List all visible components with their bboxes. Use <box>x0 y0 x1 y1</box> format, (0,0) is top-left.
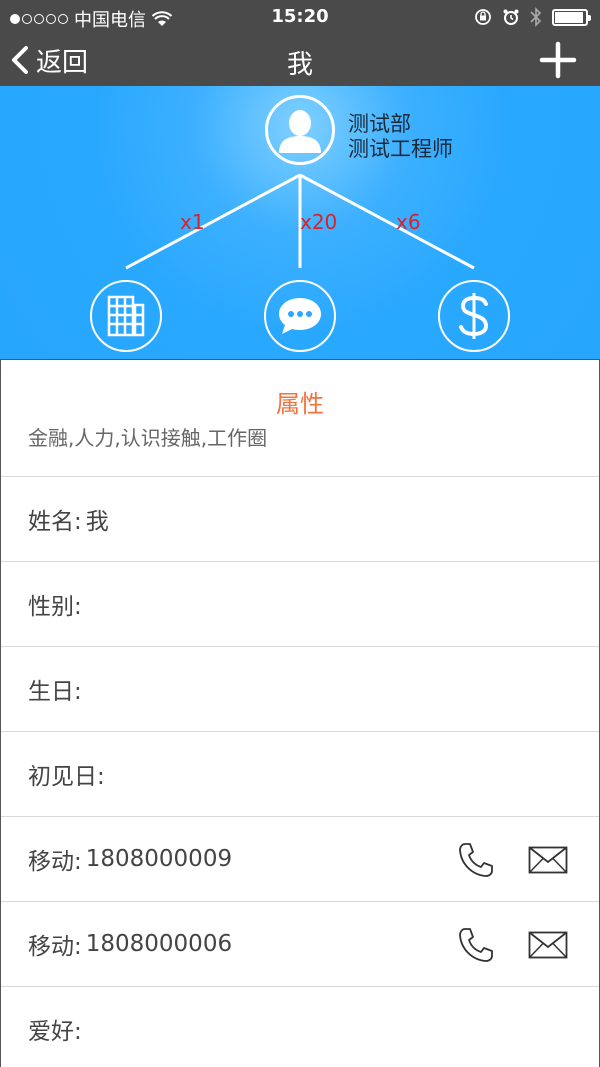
mobile-actions <box>455 902 569 987</box>
chevron-left-icon <box>12 46 28 74</box>
detail-panel: 属性 金融,人力,认识接触,工作圈 姓名: 我 性别: 生日: 初见日: 移动:… <box>0 359 600 1067</box>
sms-button[interactable] <box>527 925 569 965</box>
name-value: 我 <box>85 509 109 535</box>
building-count: x1 <box>180 210 205 234</box>
page-title: 我 <box>286 50 313 80</box>
phone-icon <box>459 927 493 962</box>
plus-icon <box>539 41 577 79</box>
profile-role: 测试工程师 <box>348 137 453 161</box>
attributes-section: 属性 金融,人力,认识接触,工作圈 <box>1 360 599 477</box>
battery-level-fill <box>555 11 584 23</box>
mobile-label: 移动: <box>28 934 82 960</box>
mobile-value: 1808000006 <box>85 931 233 957</box>
avatar[interactable] <box>265 95 335 165</box>
status-right <box>474 7 591 27</box>
mobile-row: 移动: 1808000006 <box>1 902 599 987</box>
back-button-label: 返回 <box>36 47 89 78</box>
hobby-label: 爱好: <box>28 1019 82 1045</box>
envelope-icon <box>528 846 568 873</box>
status-bar: 中国电信 15:20 <box>0 0 600 34</box>
building-icon <box>107 295 145 337</box>
bluetooth-icon <box>530 7 542 27</box>
first-met-label: 初见日: <box>28 764 105 790</box>
gender-row[interactable]: 性别: <box>1 562 599 647</box>
chat-bubble-icon <box>279 298 321 334</box>
back-button[interactable]: 返回 <box>10 42 88 78</box>
user-avatar-icon <box>279 110 321 153</box>
attributes-tags[interactable]: 金融,人力,认识接触,工作圈 <box>28 422 267 451</box>
envelope-icon <box>528 931 568 958</box>
battery-icon <box>552 8 591 26</box>
name-label: 姓名: <box>28 509 82 535</box>
call-button[interactable] <box>455 840 497 880</box>
birthday-label: 生日: <box>28 679 82 705</box>
first-met-row[interactable]: 初见日: <box>1 732 599 817</box>
call-button[interactable] <box>455 925 497 965</box>
birthday-row[interactable]: 生日: <box>1 647 599 732</box>
mobile-row: 移动: 1808000009 <box>1 817 599 902</box>
dollar-icon <box>459 293 489 339</box>
alarm-icon <box>503 9 519 25</box>
attributes-title: 属性 <box>276 390 324 418</box>
profile-header: 测试部 测试工程师 x1 x20 x6 <box>0 86 600 359</box>
orientation-lock-icon <box>475 9 491 25</box>
message-button[interactable] <box>264 280 336 352</box>
dollar-count: x6 <box>396 210 421 234</box>
mobile-label: 移动: <box>28 849 82 875</box>
hobby-row[interactable]: 爱好: <box>1 987 599 1067</box>
sms-button[interactable] <box>527 840 569 880</box>
chat-count: x20 <box>300 210 338 234</box>
gender-label: 性别: <box>28 594 82 620</box>
phone-icon <box>459 842 493 877</box>
nav-bar: 返回 我 <box>0 34 600 86</box>
name-row[interactable]: 姓名: 我 <box>1 477 599 562</box>
company-button[interactable] <box>90 280 162 352</box>
add-button[interactable] <box>538 40 578 80</box>
mobile-value: 1808000009 <box>85 846 233 872</box>
profile-info: 测试部 测试工程师 <box>348 112 453 162</box>
profile-department: 测试部 <box>348 112 411 136</box>
mobile-actions <box>455 817 569 902</box>
finance-button[interactable] <box>438 280 510 352</box>
